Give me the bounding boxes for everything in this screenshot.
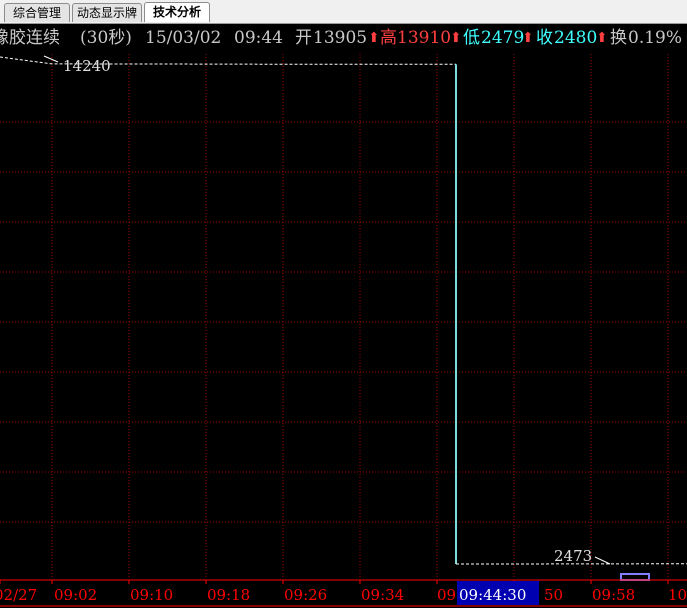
tab-general-management[interactable]: 综合管理	[4, 3, 70, 22]
tab-dynamic-board[interactable]: 动态显示牌	[72, 3, 142, 22]
time-tick-label: 09:10	[130, 586, 173, 604]
quote-info-bar: 橡胶连续 (30秒) 15/03/02 09:44 开 13905 ⬆ 高 13…	[0, 24, 687, 54]
top-price-label-2: 14070	[302, 54, 350, 57]
low-arrow-icon: ⬆	[522, 30, 534, 46]
quote-time: 09:44	[234, 28, 283, 48]
price-chart[interactable]: 14240 14075 14070 2473 02/27 09:02 09:10 09:18…	[0, 54, 687, 608]
volume-bar	[620, 573, 650, 581]
tab-bar: 综合管理 动态显示牌 技术分析	[0, 0, 687, 24]
top-price-label-1: 14075	[222, 54, 270, 57]
price-series	[0, 55, 687, 565]
high-leader-line	[43, 55, 59, 63]
time-tick-label: 09:58	[592, 586, 635, 604]
turnover-value: 0.19%	[628, 28, 683, 48]
tab-technical-analysis[interactable]: 技术分析	[144, 2, 210, 22]
chart-annotations: 14240 14075 14070 2473	[63, 54, 650, 581]
time-tick-label: 09:34	[361, 586, 404, 604]
time-tick-label: 09:26	[284, 586, 327, 604]
time-tick-label: 02/27	[0, 586, 37, 604]
high-value: 13910	[397, 28, 452, 48]
open-arrow-icon: ⬆	[368, 30, 380, 46]
time-tick-label: 09:02	[54, 586, 97, 604]
open-value: 13905	[313, 28, 368, 48]
low-leader-line	[594, 556, 611, 565]
time-tick-label: 09	[437, 586, 456, 604]
close-arrow-icon: ⬆	[596, 30, 608, 46]
period-label: (30秒)	[80, 28, 132, 48]
time-tick-label: 50	[544, 586, 563, 604]
low-value: 2479	[481, 28, 525, 48]
instrument-name: 橡胶连续	[0, 28, 60, 48]
high-label: 高	[380, 28, 397, 48]
time-tick-label: 10	[668, 586, 687, 604]
close-label: 收	[536, 28, 553, 48]
close-value: 2480	[554, 28, 598, 48]
time-tick-label: 09:18	[207, 586, 250, 604]
time-axis: 02/27 09:02 09:10 09:18 09:26 09:34 09 50 09:58 1…	[0, 579, 687, 607]
high-price-label: 14240	[63, 57, 111, 75]
low-label: 低	[463, 28, 480, 48]
open-label: 开	[295, 28, 312, 48]
low-price-label: 2473	[554, 547, 592, 565]
chart-grid	[0, 54, 687, 578]
cursor-time-label: 09:44:30	[459, 586, 526, 604]
quote-date: 15/03/02	[145, 28, 222, 48]
high-arrow-icon: ⬆	[450, 30, 462, 46]
turnover-label: 换	[610, 28, 627, 48]
